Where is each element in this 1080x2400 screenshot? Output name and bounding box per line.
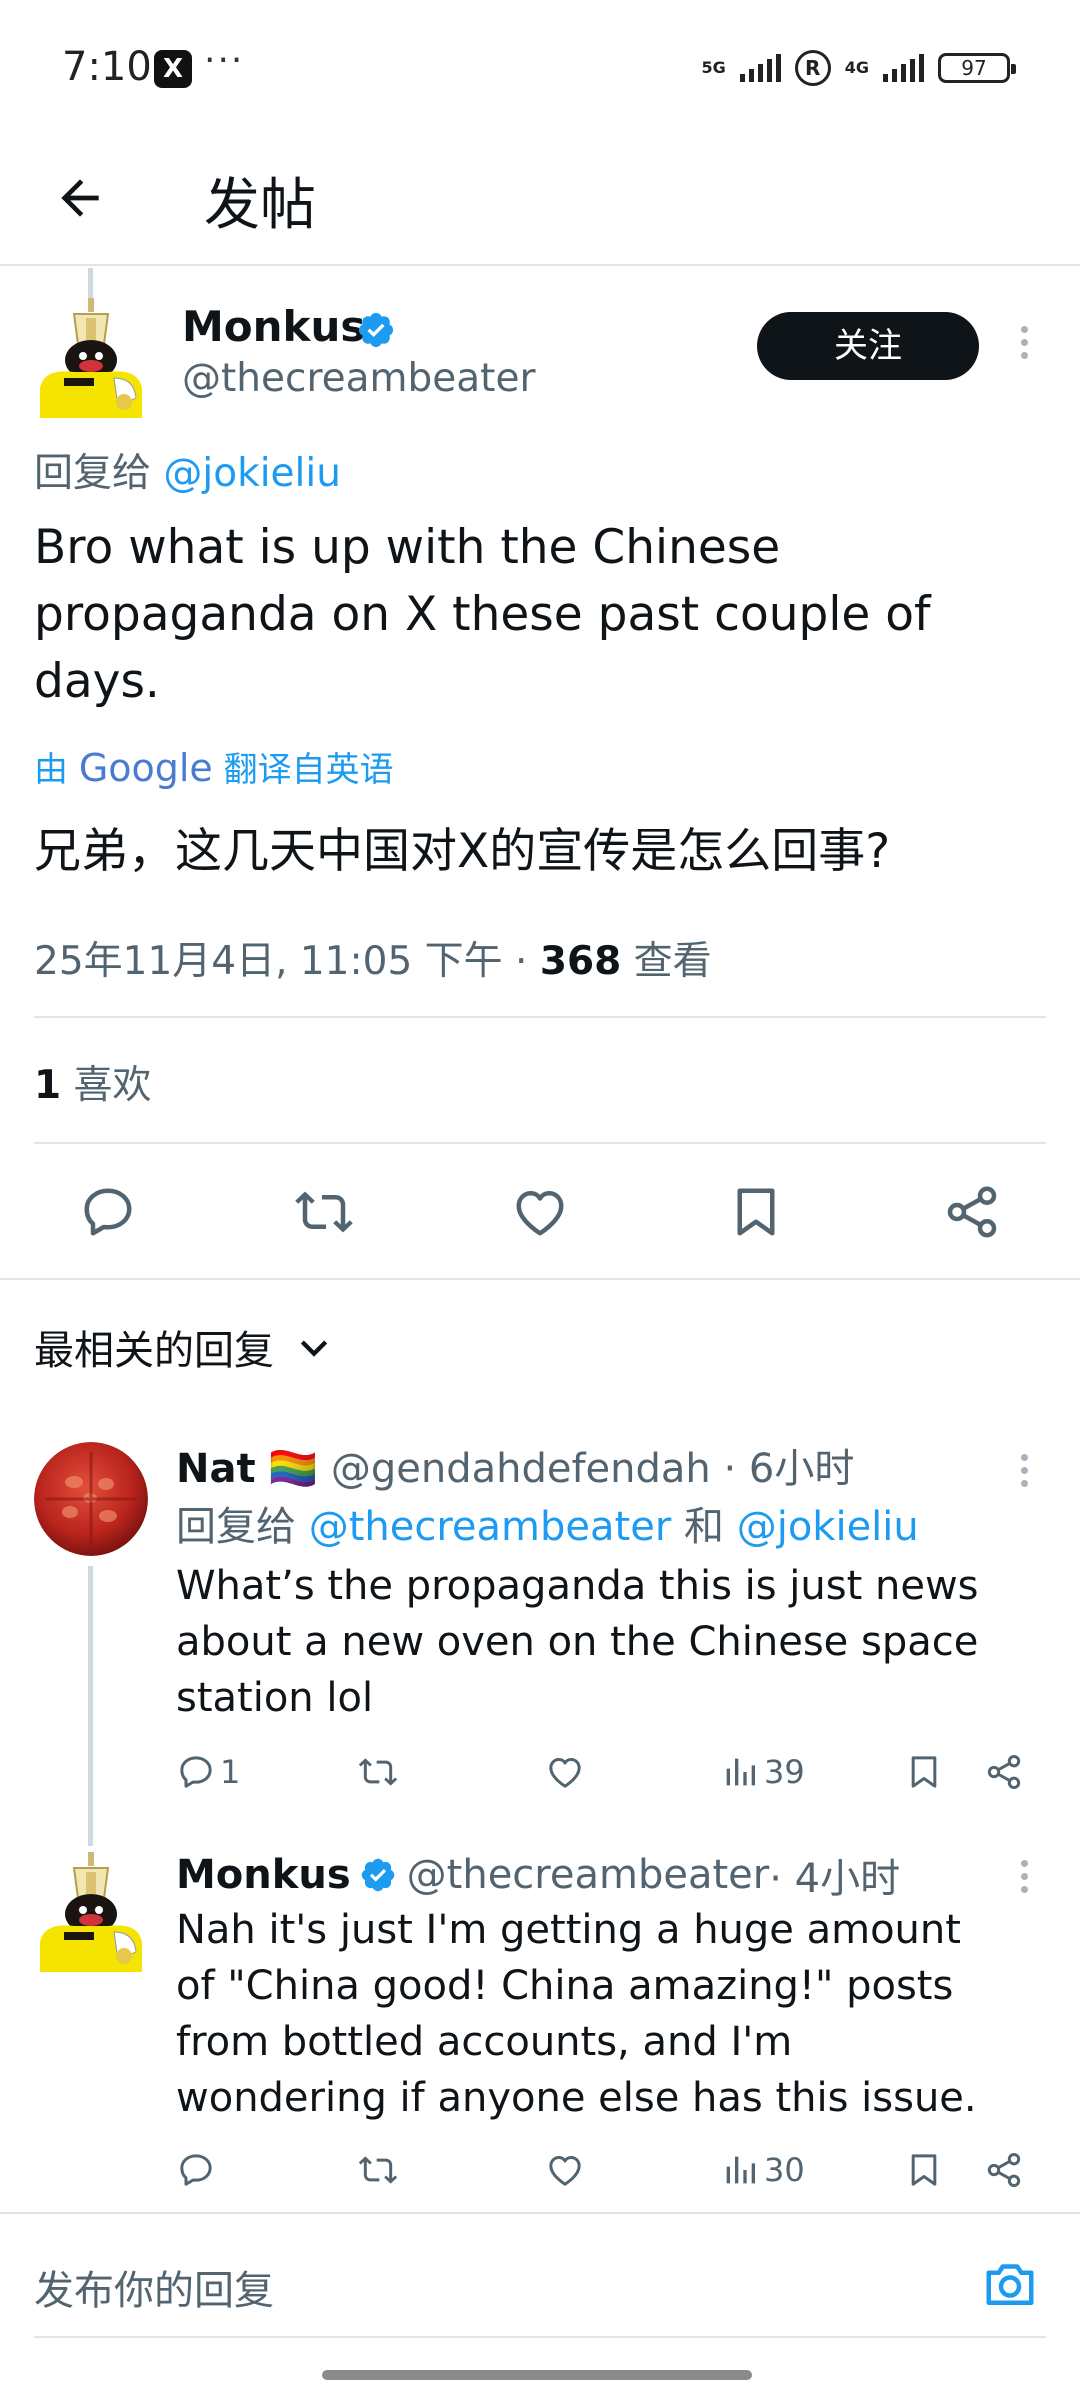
more-notifications-indicator: ··· [204, 40, 245, 81]
bookmark-icon[interactable] [726, 1182, 786, 1242]
reply-thread-line [88, 1566, 93, 1846]
reply-icon [180, 1756, 212, 1788]
post-text: Bro what is up with the Chinese propagan… [34, 520, 931, 709]
signal-4g-icon [883, 54, 924, 82]
share-icon[interactable] [942, 1182, 1002, 1242]
network-5g-label: 5G [701, 58, 726, 77]
registered-icon: R [794, 50, 831, 86]
replies-sort-label: 最相关的回复 [34, 1328, 274, 1374]
translated-text: 兄弟，这几天中国对X的宣传是怎么回事? [34, 824, 891, 879]
replies-sort-dropdown[interactable]: 最相关的回复 [34, 1318, 334, 1376]
reply-context: 回复给 @thecreambeater 和 @jokieliu [176, 1494, 919, 1552]
post-author-name[interactable]: Monkus [182, 302, 365, 351]
reply-time: · 4小时 [769, 1856, 901, 1902]
reply-avatar[interactable] [34, 1852, 148, 1972]
reply-header: Nat 🏳️‍🌈 @gendahdefendah · 6小时 [176, 1436, 854, 1494]
more-options-icon[interactable] [1020, 326, 1028, 359]
reply-author-name[interactable]: Monkus [176, 1852, 351, 1898]
thread-line-top [88, 268, 93, 298]
share-icon[interactable] [984, 2150, 1024, 2190]
tomato-avatar-image [34, 1442, 148, 1556]
repost-icon[interactable] [294, 1182, 354, 1242]
reply-to-prefix: 回复给 [176, 1504, 309, 1550]
reply-action-views[interactable]: 39 [720, 1752, 805, 1792]
reply-to-link[interactable]: @thecreambeater [309, 1504, 672, 1550]
likes-label: 喜欢 [61, 1063, 152, 1108]
repost-icon[interactable] [358, 2150, 398, 2190]
chevron-down-icon [300, 1340, 328, 1357]
reply-time: · 6小时 [710, 1446, 855, 1492]
views-label: 查看 [621, 939, 712, 984]
translation-attribution[interactable]: 由 Google 翻译自英语 [34, 742, 394, 791]
reply-text: Nah it's just I'm getting a huge amount … [176, 1907, 977, 2121]
divider [34, 1142, 1046, 1144]
reply-context: 回复给 @jokieliu [34, 442, 341, 498]
reply-header: Monkus @thecreambeater · 4小时 [176, 1846, 900, 1904]
avatar-image [40, 298, 142, 418]
avatar-image [40, 1852, 142, 1972]
network-4g-label: 4G [844, 58, 869, 77]
views-count: 39 [764, 1753, 805, 1791]
post-meta: 25年11月4日, 11:05 下午 · 368 查看 [34, 930, 712, 986]
like-heart-icon[interactable] [510, 1182, 570, 1242]
reply-action-reply[interactable]: 1 [176, 1752, 240, 1792]
camera-icon[interactable] [980, 2254, 1040, 2314]
section-divider [0, 1278, 1080, 1280]
status-icons: 5G R 4G 97 [701, 48, 1016, 88]
verified-badge-icon [361, 1858, 394, 1892]
post-timestamp: 25年11月4日, 11:05 下午 · [34, 939, 540, 984]
reply-author-handle[interactable]: @thecreambeater [407, 1852, 770, 1898]
reply-icon[interactable] [78, 1182, 138, 1242]
compose-reply-input[interactable]: 发布你的回复 [0, 2214, 1080, 2334]
battery-icon: 97 [938, 53, 1016, 83]
signal-5g-icon [739, 54, 781, 82]
more-options-icon[interactable] [1020, 1860, 1028, 1893]
more-options-icon[interactable] [1020, 1454, 1028, 1487]
bookmark-icon[interactable] [904, 1752, 944, 1792]
like-heart-icon[interactable] [545, 1752, 585, 1792]
status-time: 7:10 [62, 44, 152, 90]
reply-to-link[interactable]: @jokieliu [163, 451, 341, 496]
likes-count: 1 [34, 1063, 62, 1108]
views-bar-chart-icon [726, 2156, 755, 2184]
reply-text: What’s the propaganda this is just news … [176, 1563, 979, 1721]
avatar[interactable] [34, 298, 148, 418]
reply-to-link[interactable]: @jokieliu [737, 1504, 919, 1550]
page-title: 发帖 [204, 173, 316, 238]
post-author-handle[interactable]: @thecreambeater [182, 356, 535, 401]
google-logo: Google [78, 746, 213, 790]
reply-author-handle[interactable]: @gendahdefendah [331, 1446, 711, 1492]
share-icon[interactable] [984, 1752, 1024, 1792]
like-heart-icon[interactable] [545, 2150, 585, 2190]
likes-summary[interactable]: 1 喜欢 [34, 1054, 152, 1110]
page-header: 发帖 [0, 130, 1080, 266]
reply-count: 1 [220, 1753, 241, 1791]
pride-flag-emoji: 🏳️‍🌈 [268, 1446, 319, 1492]
reply-avatar[interactable] [34, 1442, 148, 1556]
compose-bottom-divider [34, 2336, 1046, 2338]
reply-to-prefix: 回复给 [34, 451, 152, 496]
x-app-icon: X [154, 50, 192, 88]
reply-icon[interactable] [176, 2150, 216, 2190]
views-bar-chart-icon [726, 1758, 755, 1786]
repost-icon[interactable] [358, 1752, 398, 1792]
bookmark-icon[interactable] [904, 2150, 944, 2190]
views-count[interactable]: 368 [540, 939, 621, 984]
translation-by: 由 [34, 750, 68, 790]
compose-placeholder: 发布你的回复 [34, 2268, 274, 2314]
home-indicator [322, 2370, 752, 2380]
translation-from: 翻译自英语 [223, 750, 394, 790]
reply-to-and: 和 [671, 1504, 737, 1550]
reply-action-views[interactable]: 30 [720, 2150, 805, 2190]
verified-badge-icon [358, 312, 394, 348]
views-count: 30 [764, 2151, 805, 2189]
reply-author-name[interactable]: Nat [176, 1446, 256, 1492]
divider [34, 1016, 1046, 1018]
back-arrow-icon[interactable] [52, 170, 108, 226]
follow-button[interactable]: 关注 [757, 312, 979, 380]
status-bar: 7:10 X ··· 5G R 4G 97 [0, 0, 1080, 130]
